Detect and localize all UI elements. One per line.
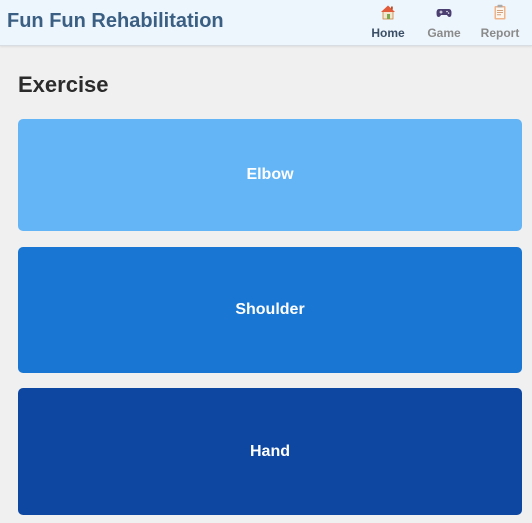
- exercise-card-label: Hand: [250, 442, 290, 460]
- exercise-card-label: Elbow: [246, 166, 294, 183]
- exercise-card-hand[interactable]: Hand: [18, 388, 522, 515]
- nav-label-report: Report: [480, 26, 520, 40]
- nav-item-game[interactable]: Game: [418, 0, 470, 46]
- app: Fun Fun Rehabilitation Home Game Report …: [0, 0, 532, 523]
- section-title: Exercise: [18, 72, 109, 97]
- nav-label-home: Home: [371, 26, 405, 40]
- app-title: Fun Fun Rehabilitation: [7, 10, 224, 32]
- gamepad-icon: [436, 9, 452, 17]
- exercise-card-elbow[interactable]: Elbow: [18, 119, 522, 231]
- nav-label-game: Game: [427, 26, 461, 40]
- exercise-card-shoulder[interactable]: Shoulder: [18, 247, 522, 373]
- nav-item-report[interactable]: Report: [474, 0, 526, 46]
- house-icon: [381, 5, 395, 20]
- clipboard-icon: [494, 4, 506, 20]
- top-nav: Home Game Report: [362, 0, 532, 46]
- nav-item-home[interactable]: Home: [362, 0, 414, 46]
- top-header: Fun Fun Rehabilitation Home Game Report: [0, 0, 532, 46]
- exercise-card-label: Shoulder: [235, 301, 305, 318]
